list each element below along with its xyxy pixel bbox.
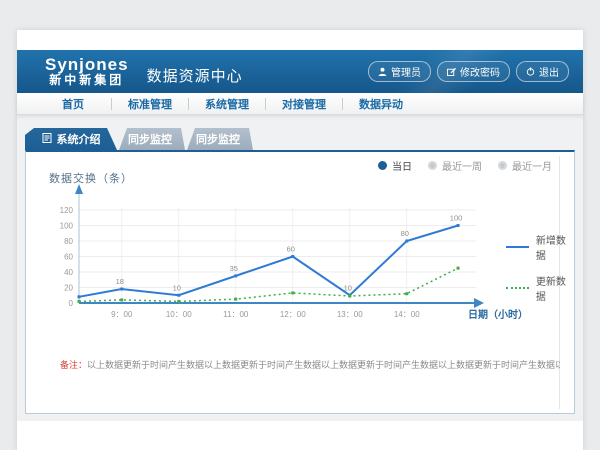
- y-tick-label: 20: [64, 284, 73, 293]
- data-point-label: 35: [230, 264, 238, 273]
- x-axis-title: 日期（小时）: [468, 308, 528, 321]
- user-button[interactable]: 管理员: [368, 61, 431, 82]
- nav-item-home[interactable]: 首页: [35, 96, 111, 112]
- data-point: [348, 295, 351, 298]
- nav-item-interface-mgmt[interactable]: 对接管理: [266, 96, 342, 112]
- y-tick-label: 120: [60, 206, 74, 215]
- content-area: 系统介绍 同步监控 同步监控 当日 最近一周: [17, 115, 583, 421]
- data-point: [291, 291, 294, 294]
- y-tick-label: 80: [64, 237, 73, 246]
- data-point-label: 10: [173, 283, 181, 292]
- y-tick-label: 60: [64, 253, 73, 262]
- nav-item-data-change[interactable]: 数据异动: [343, 96, 419, 112]
- data-point-label: 80: [401, 229, 409, 238]
- data-point: [78, 295, 81, 298]
- brand-logo-text: Synjones: [45, 56, 129, 74]
- x-tick-label: 11：00: [223, 310, 249, 319]
- data-point: [457, 224, 460, 227]
- radio-label: 最近一周: [442, 158, 482, 173]
- logout-label: 退出: [539, 64, 559, 79]
- page-top-strip: [17, 30, 583, 50]
- tab-sync-monitor-2[interactable]: 同步监控: [183, 128, 253, 150]
- brand-logo-cn: 新中新集团: [45, 74, 129, 87]
- data-point: [405, 292, 408, 295]
- header-actions: 管理员 修改密码 退出: [368, 61, 569, 82]
- data-point: [291, 255, 294, 258]
- data-point: [177, 294, 180, 297]
- series-line-1: [79, 268, 458, 301]
- tab-sync-monitor-1[interactable]: 同步监控: [115, 128, 185, 150]
- logout-button[interactable]: 退出: [516, 61, 569, 82]
- user-label: 管理员: [391, 64, 421, 79]
- radio-last-month[interactable]: 最近一月: [498, 158, 552, 173]
- legend-label: 更新数据: [536, 273, 574, 303]
- tab-bar: 系统介绍 同步监控 同步监控: [25, 128, 575, 150]
- nav-item-standard-mgmt[interactable]: 标准管理: [112, 96, 188, 112]
- footnote: 备注：以上数据更新于时间产生数据以上数据更新于时间产生数据以上数据更新于时间产生…: [60, 358, 560, 371]
- main-nav: 首页 标准管理 系统管理 对接管理 数据异动: [17, 93, 583, 115]
- app-header: Synjones 新中新集团 数据资源中心 管理员 修改密码 退出: [17, 50, 583, 93]
- radio-dot: [428, 161, 437, 170]
- data-point-label: 100: [450, 214, 463, 223]
- data-point-label: 60: [287, 245, 295, 254]
- data-point-label: 10: [344, 283, 352, 292]
- radio-dot: [498, 161, 507, 170]
- x-axis-arrow: [474, 298, 484, 308]
- change-password-label: 修改密码: [460, 64, 500, 79]
- radio-label: 最近一月: [512, 158, 552, 173]
- x-tick-label: 14：00: [394, 310, 420, 319]
- tab-label: 同步监控: [128, 131, 172, 147]
- tab-label: 系统介绍: [57, 131, 101, 147]
- data-point: [457, 267, 460, 270]
- user-icon: [378, 67, 387, 76]
- x-tick-label: 10：00: [166, 310, 192, 319]
- x-tick-label: 9：00: [111, 310, 133, 319]
- y-tick-label: 0: [69, 299, 74, 308]
- radio-last-week[interactable]: 最近一周: [428, 158, 482, 173]
- document-icon: [42, 133, 52, 146]
- tab-label: 同步监控: [196, 131, 240, 147]
- chart-legend: 新增数据 更新数据: [506, 232, 574, 303]
- data-point: [177, 300, 180, 303]
- change-password-button[interactable]: 修改密码: [437, 61, 510, 82]
- nav-item-system-mgmt[interactable]: 系统管理: [189, 96, 265, 112]
- power-icon: [526, 67, 535, 76]
- footnote-text: 以上数据更新于时间产生数据以上数据更新于时间产生数据以上数据更新于时间产生数据以…: [87, 360, 560, 370]
- legend-line-sample: [506, 246, 529, 248]
- page-card: Synjones 新中新集团 数据资源中心 管理员 修改密码 退出: [17, 30, 583, 450]
- y-tick-label: 100: [60, 222, 74, 231]
- radio-dot: [378, 161, 387, 170]
- edit-icon: [447, 67, 456, 76]
- tab-system-intro[interactable]: 系统介绍: [25, 128, 117, 150]
- data-point-label: 18: [116, 277, 124, 286]
- data-point: [234, 298, 237, 301]
- data-point: [234, 274, 237, 277]
- legend-line-sample: [506, 287, 529, 289]
- legend-label: 新增数据: [536, 232, 574, 262]
- y-tick-label: 40: [64, 268, 73, 277]
- chart-svg: 0 20 40 60 80 100 120 9：00 10：00 11：00 12：00 13：00 1…: [31, 182, 576, 334]
- data-point: [120, 288, 123, 291]
- data-point: [78, 300, 81, 303]
- time-range-filter: 当日 最近一周 最近一月: [378, 158, 552, 173]
- line-chart: 0 20 40 60 80 100 120 9：00 10：00 11：00 12：00 13：00 1…: [31, 182, 576, 334]
- chart-panel: 当日 最近一周 最近一月 数据交换（条） 0204060801001209：00…: [25, 150, 575, 414]
- legend-item-new-data[interactable]: 新增数据: [506, 232, 574, 262]
- y-axis-arrow: [75, 184, 83, 194]
- radio-label: 当日: [392, 158, 412, 173]
- legend-item-updated-data[interactable]: 更新数据: [506, 273, 574, 303]
- brand-logo: Synjones 新中新集团: [45, 56, 129, 86]
- footnote-prefix: 备注：: [60, 360, 87, 370]
- x-tick-label: 12：00: [280, 310, 306, 319]
- data-point: [405, 240, 408, 243]
- x-tick-label: 13：00: [337, 310, 363, 319]
- data-point: [120, 298, 123, 301]
- page-title: 数据资源中心: [147, 65, 243, 86]
- radio-today[interactable]: 当日: [378, 158, 412, 173]
